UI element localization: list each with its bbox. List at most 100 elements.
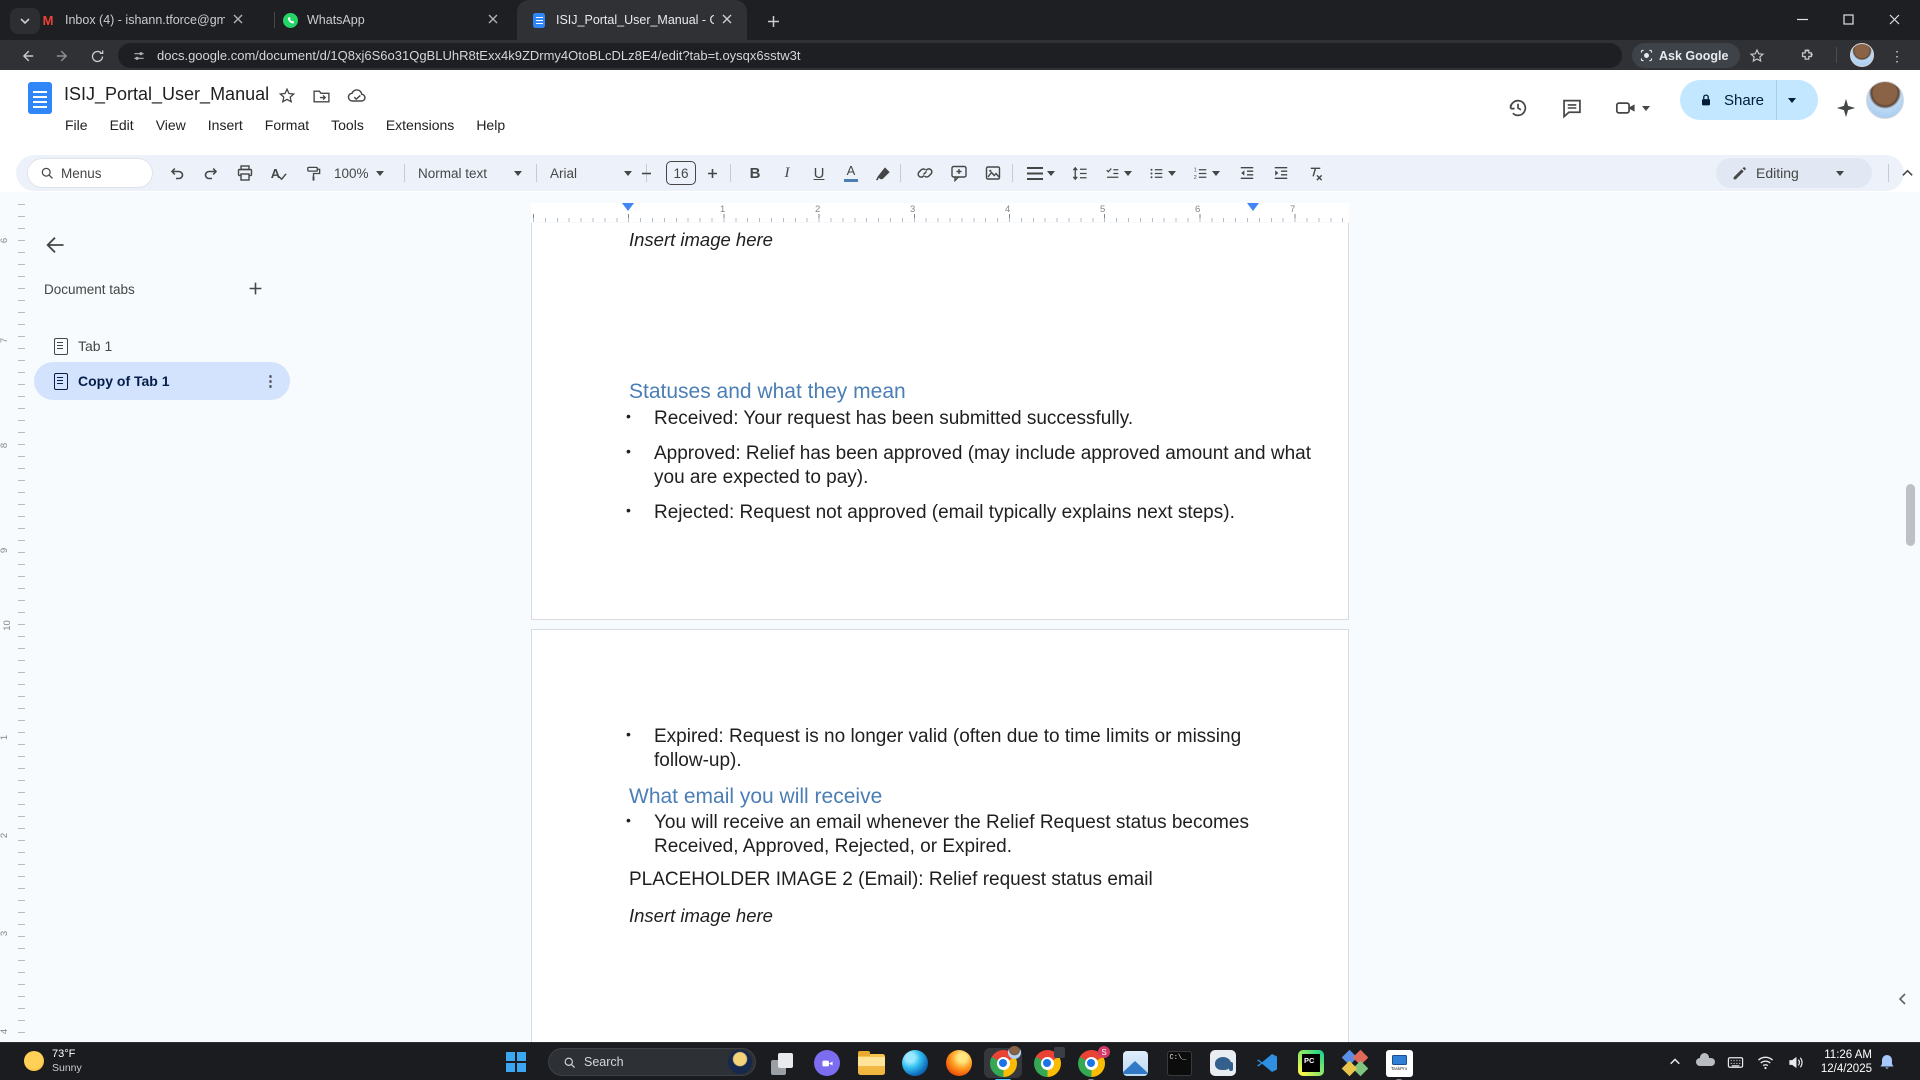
menu-help[interactable]: Help <box>467 114 514 136</box>
bookmark-button[interactable] <box>1744 43 1770 69</box>
highlight-color-button[interactable] <box>870 160 896 186</box>
decrease-font-size-button[interactable] <box>636 160 656 186</box>
add-document-tab-button[interactable] <box>243 276 267 300</box>
bulleted-list-button[interactable] <box>1144 160 1180 186</box>
file-explorer-button[interactable] <box>852 1048 890 1078</box>
share-button[interactable]: Share <box>1680 80 1818 120</box>
collapse-panel-chevron[interactable] <box>1896 992 1910 1011</box>
zoom-select[interactable]: 100% <box>334 160 384 186</box>
edge-button[interactable] <box>896 1048 934 1078</box>
firefox-button[interactable] <box>940 1048 978 1078</box>
extensions-button[interactable] <box>1794 43 1820 69</box>
editing-mode-select[interactable]: Editing <box>1716 158 1872 188</box>
weather-widget[interactable]: 73°FSunny <box>24 1047 82 1075</box>
redo-button[interactable] <box>198 160 224 186</box>
terminal-button[interactable]: C:\_ <box>1160 1048 1198 1078</box>
new-tab-button[interactable] <box>762 10 784 32</box>
window-maximize-button[interactable] <box>1826 0 1870 38</box>
browser-profile-avatar[interactable] <box>1850 43 1874 67</box>
vertical-scrollbar[interactable] <box>1906 484 1915 546</box>
document-page-1[interactable]: Insert image here Statuses and what they… <box>531 223 1349 620</box>
checklist-button[interactable] <box>1100 160 1136 186</box>
left-indent-marker[interactable] <box>622 203 634 211</box>
menu-extensions[interactable]: Extensions <box>377 114 463 136</box>
browser-menu-button[interactable]: ⋮ <box>1884 43 1910 69</box>
right-indent-marker[interactable] <box>1247 203 1259 211</box>
chrome-profile3-button[interactable]: S <box>1072 1048 1110 1078</box>
vscode-button[interactable] <box>1248 1048 1286 1078</box>
reload-button[interactable] <box>84 43 110 69</box>
office-pinwheel-button[interactable] <box>1336 1048 1374 1078</box>
menu-file[interactable]: File <box>56 114 97 136</box>
meet-call-button[interactable] <box>1606 88 1658 128</box>
keyboard-tray-icon[interactable] <box>1720 1043 1750 1080</box>
doc-tab-item-2-selected[interactable]: Copy of Tab 1 ⋮ <box>34 362 290 400</box>
comments-button[interactable] <box>1552 88 1592 128</box>
tab-whatsapp[interactable]: WhatsApp <box>282 0 508 40</box>
star-document-button[interactable] <box>276 85 298 107</box>
notifications-bell-icon[interactable] <box>1872 1043 1902 1080</box>
ask-google-button[interactable]: Ask Google <box>1632 43 1740 68</box>
document-status-button[interactable] <box>346 85 368 107</box>
print-button[interactable] <box>232 160 258 186</box>
tray-expand-button[interactable] <box>1660 1043 1690 1080</box>
start-button[interactable] <box>506 1052 526 1072</box>
numbered-list-button[interactable]: 12 <box>1188 160 1224 186</box>
insert-link-button[interactable] <box>912 160 938 186</box>
increase-font-size-button[interactable] <box>702 160 722 186</box>
align-button[interactable] <box>1024 160 1058 186</box>
window-close-button[interactable] <box>1872 0 1916 38</box>
taskpro-button[interactable]: TaskPro <box>1380 1048 1418 1078</box>
tab-gmail[interactable]: M Inbox (4) - ishann.tforce@gmail <box>40 0 266 40</box>
document-title[interactable]: ISIJ_Portal_User_Manual <box>64 84 269 105</box>
increase-indent-button[interactable] <box>1268 160 1294 186</box>
italic-button[interactable]: I <box>774 160 800 186</box>
forward-button[interactable] <box>50 43 76 69</box>
chrome-profile2-button[interactable] <box>1028 1048 1066 1078</box>
decrease-indent-button[interactable] <box>1234 160 1260 186</box>
bold-button[interactable]: B <box>742 160 768 186</box>
font-family-select[interactable]: Arial <box>550 160 632 186</box>
pycharm-button[interactable]: PC <box>1292 1048 1330 1078</box>
menus-search-button[interactable]: Menus <box>28 159 152 187</box>
version-history-button[interactable] <box>1498 88 1538 128</box>
chrome-active-button[interactable] <box>984 1048 1022 1078</box>
tab-close-icon[interactable] <box>233 13 243 27</box>
onedrive-tray-icon[interactable] <box>1690 1043 1720 1080</box>
volume-tray-icon[interactable] <box>1780 1043 1810 1080</box>
task-view-button[interactable] <box>764 1048 802 1078</box>
hide-tabs-panel-button[interactable] <box>38 228 72 262</box>
collapse-toolbar-button[interactable] <box>1894 160 1920 186</box>
document-page-2[interactable]: • Expired: Request is no longer valid (o… <box>531 629 1349 1042</box>
horizontal-ruler[interactable]: 1 2 3 4 5 6 7 <box>531 203 1349 222</box>
taskbar-clock[interactable]: 11:26 AM 12/4/2025 <box>1810 1048 1872 1076</box>
site-settings-icon[interactable] <box>132 49 146 63</box>
menu-insert[interactable]: Insert <box>199 114 252 136</box>
tab-options-kebab-icon[interactable]: ⋮ <box>263 372 278 390</box>
spell-check-button[interactable]: A <box>266 160 292 186</box>
taskbar-search[interactable]: Search <box>548 1048 756 1076</box>
text-color-button[interactable]: A <box>838 160 864 186</box>
menu-tools[interactable]: Tools <box>322 114 373 136</box>
photos-app-button[interactable] <box>1116 1048 1154 1078</box>
share-dropdown-icon[interactable] <box>1788 98 1796 103</box>
google-docs-logo[interactable] <box>28 82 52 114</box>
paragraph-style-select[interactable]: Normal text <box>418 160 522 186</box>
menu-view[interactable]: View <box>147 114 195 136</box>
insert-image-button[interactable] <box>980 160 1006 186</box>
tab-close-icon[interactable] <box>722 13 732 27</box>
undo-button[interactable] <box>164 160 190 186</box>
paint-format-button[interactable] <box>300 160 326 186</box>
gemini-button[interactable] <box>1826 88 1866 128</box>
tab-search-button[interactable] <box>10 8 40 34</box>
doc-tab-item-1[interactable]: Tab 1 <box>34 328 290 364</box>
back-button[interactable] <box>14 43 40 69</box>
menu-edit[interactable]: Edit <box>101 114 143 136</box>
menu-format[interactable]: Format <box>256 114 318 136</box>
window-minimize-button[interactable] <box>1780 0 1824 38</box>
account-avatar[interactable] <box>1866 81 1904 119</box>
postgresql-button[interactable] <box>1204 1048 1242 1078</box>
address-bar[interactable]: docs.google.com/document/d/1Q8xj6S6o31Qg… <box>118 43 1622 68</box>
underline-button[interactable]: U <box>806 160 832 186</box>
clear-formatting-button[interactable] <box>1302 160 1328 186</box>
